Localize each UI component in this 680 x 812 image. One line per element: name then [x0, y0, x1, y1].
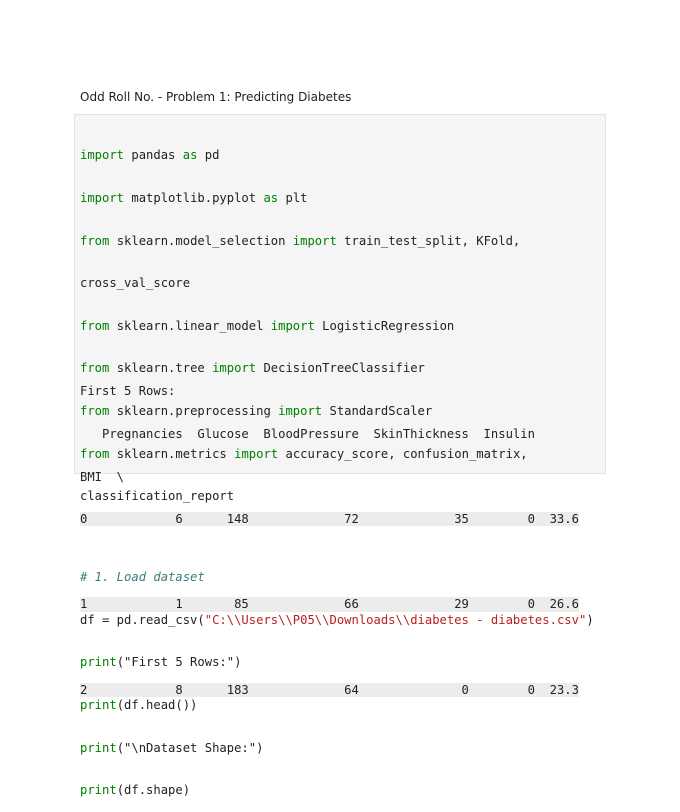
code-line: print(df.shape)	[80, 783, 191, 798]
code-line: from sklearn.model_selection import trai…	[80, 233, 521, 248]
cell-output: First 5 Rows: Pregnancies Glucose BloodP…	[80, 356, 579, 711]
output-row: 1 1 85 66 29 0 26.6	[80, 597, 579, 612]
output-row: 2 8 183 64 0 0 23.3	[80, 682, 579, 697]
code-line: import matplotlib.pyplot as plt	[80, 191, 308, 205]
output-row: 0 6 148 72 35 0 33.6	[80, 512, 579, 527]
output-row	[80, 640, 579, 654]
output-title: First 5 Rows:	[80, 384, 176, 399]
output-row	[80, 555, 579, 569]
page-heading: Odd Roll No. - Problem 1: Predicting Dia…	[80, 90, 352, 104]
output-header-cont: BMI \	[80, 469, 125, 484]
code-line: print("\nDataset Shape:")	[80, 740, 264, 755]
code-line: cross_val_score	[80, 276, 191, 291]
code-line: from sklearn.linear_model import Logisti…	[80, 318, 455, 333]
code-line: import pandas as pd	[80, 148, 220, 163]
output-header: Pregnancies Glucose BloodPressure SkinTh…	[80, 427, 557, 441]
